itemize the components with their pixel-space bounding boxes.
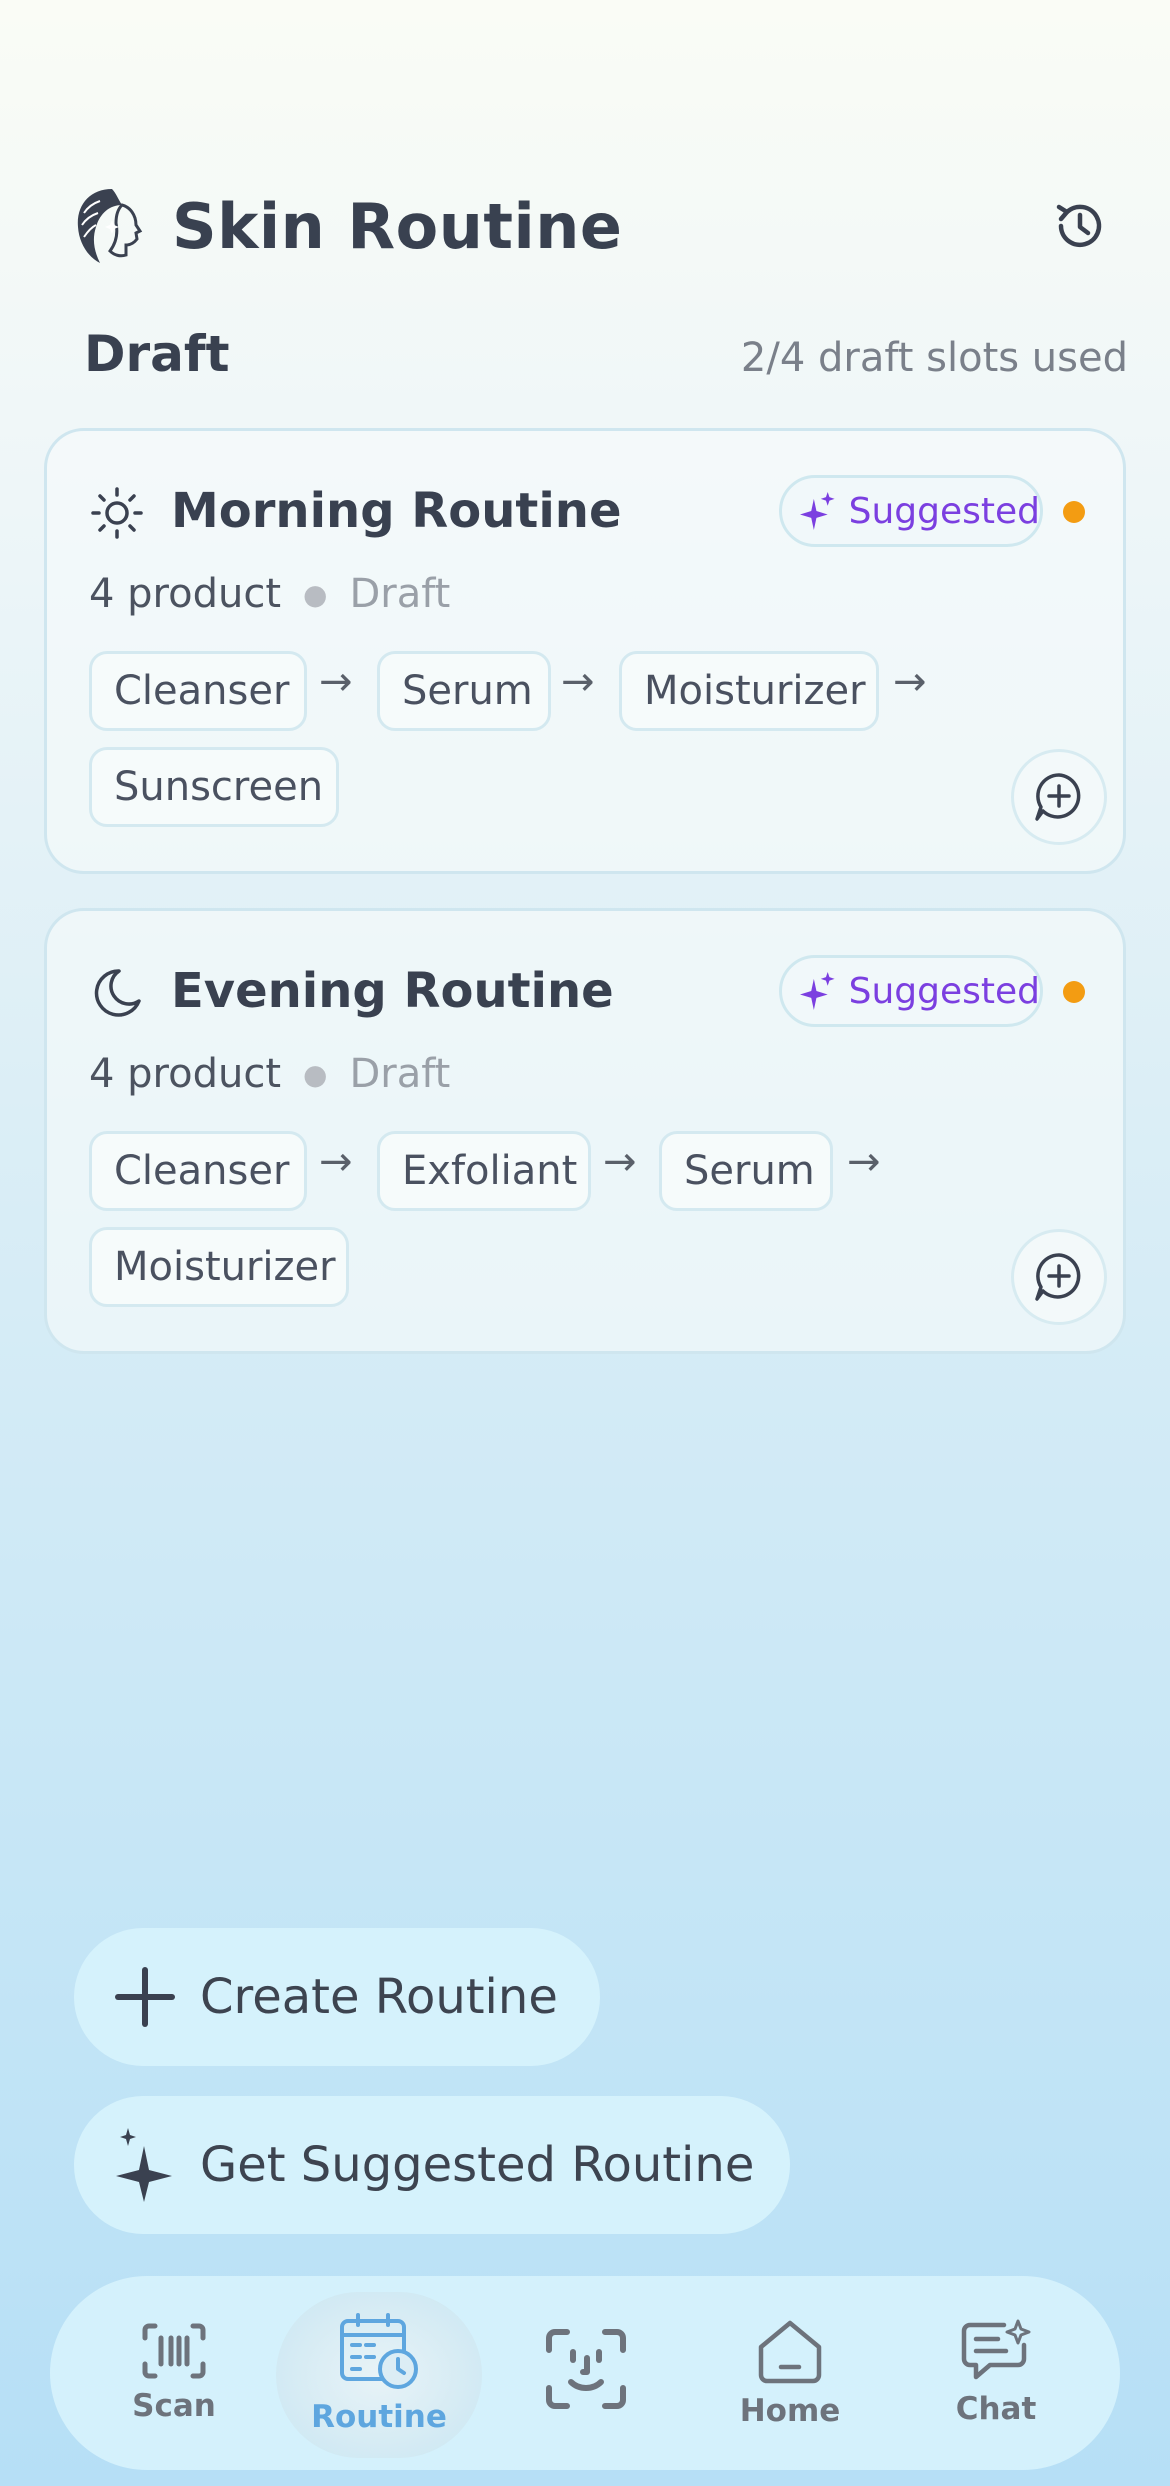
sparkle-icon	[800, 971, 835, 1011]
nav-item-chat[interactable]: Chat	[936, 2276, 1056, 2470]
moon-icon	[89, 965, 145, 1021]
routine-meta: 4 product ● Draft	[89, 1051, 450, 1097]
nav-label: Scan	[132, 2388, 216, 2424]
sparkle-icon	[116, 2128, 172, 2202]
sun-icon	[89, 485, 145, 541]
draft-section-header: Draft 2/4 draft slots used	[84, 325, 1128, 383]
create-routine-button[interactable]: Create Routine	[74, 1928, 600, 2066]
step-chip[interactable]: Moisturizer	[89, 1227, 349, 1307]
step-chip[interactable]: Sunscreen	[89, 747, 339, 827]
suggested-badge: Suggested	[779, 955, 1043, 1027]
history-button[interactable]	[1050, 196, 1110, 256]
routine-card-evening[interactable]: Evening Routine Suggested 4 product ● Dr…	[44, 908, 1126, 1354]
barcode-scan-icon	[142, 2323, 206, 2379]
step-arrow: →	[319, 1139, 353, 1185]
sparkle-icon	[800, 491, 835, 531]
status-dot	[1063, 981, 1085, 1003]
badge-label: Suggested	[848, 490, 1040, 532]
nav-item-routine[interactable]: Routine	[311, 2276, 447, 2470]
step-chip[interactable]: Cleanser	[89, 651, 307, 731]
chat-sparkle-icon	[961, 2319, 1031, 2380]
draft-slots-counter: 2/4 draft slots used	[740, 335, 1128, 381]
step-arrow: →	[893, 659, 927, 705]
get-suggested-routine-button[interactable]: Get Suggested Routine	[74, 2096, 790, 2234]
status-dot	[1063, 501, 1085, 523]
nav-label: Routine	[311, 2399, 447, 2435]
step-arrow: →	[847, 1139, 881, 1185]
product-count: 4 product	[89, 571, 282, 617]
routine-title: Morning Routine	[171, 483, 622, 539]
product-count: 4 product	[89, 1051, 282, 1097]
suggested-badge: Suggested	[779, 475, 1043, 547]
nav-label: Home	[739, 2393, 841, 2429]
get-suggested-routine-label: Get Suggested Routine	[200, 2137, 755, 2193]
app-title: Skin Routine	[172, 190, 623, 263]
nav-label: Chat	[955, 2391, 1037, 2427]
badge-label: Suggested	[848, 970, 1040, 1012]
routine-status: Draft	[349, 1051, 451, 1097]
step-chip[interactable]: Cleanser	[89, 1131, 307, 1211]
separator-dot: ●	[303, 577, 328, 611]
chat-plus-icon	[1035, 1253, 1081, 1301]
nav-item-home[interactable]: Home	[730, 2276, 850, 2470]
history-icon	[1056, 204, 1102, 248]
plus-icon	[115, 1967, 175, 2027]
routine-meta: 4 product ● Draft	[89, 571, 450, 617]
routine-card-morning[interactable]: Morning Routine Suggested 4 product ● Dr…	[44, 428, 1126, 874]
step-chip[interactable]: Exfoliant	[377, 1131, 591, 1211]
bottom-nav: Scan Routine Home Chat	[50, 2276, 1120, 2470]
chat-plus-icon	[1035, 773, 1081, 821]
routine-title: Evening Routine	[171, 963, 614, 1019]
step-arrow: →	[603, 1139, 637, 1185]
calendar-clock-icon	[340, 2313, 418, 2389]
face-logo-icon	[70, 183, 154, 267]
app-header: Skin Routine	[70, 180, 1110, 270]
step-chip[interactable]: Serum	[377, 651, 551, 731]
nav-item-scan[interactable]: Scan	[114, 2276, 234, 2470]
add-comment-button[interactable]	[1011, 749, 1107, 845]
step-arrow: →	[319, 659, 353, 705]
step-chip[interactable]: Moisturizer	[619, 651, 879, 731]
section-title: Draft	[84, 325, 230, 383]
face-scan-icon	[546, 2329, 626, 2409]
separator-dot: ●	[303, 1057, 328, 1091]
home-icon	[758, 2320, 822, 2384]
create-routine-label: Create Routine	[200, 1969, 558, 2025]
nav-item-face-scan[interactable]	[526, 2276, 646, 2470]
step-arrow: →	[561, 659, 595, 705]
step-chip[interactable]: Serum	[659, 1131, 833, 1211]
routine-status: Draft	[349, 571, 451, 617]
add-comment-button[interactable]	[1011, 1229, 1107, 1325]
